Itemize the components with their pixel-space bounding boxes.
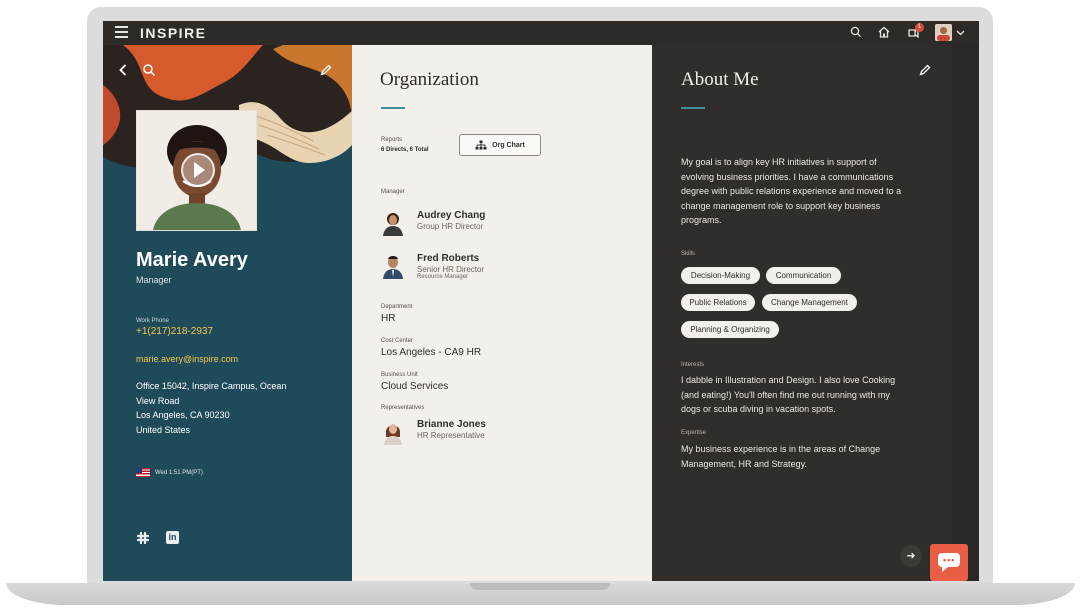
skill-chip[interactable]: Decision-Making [681,267,760,284]
about-me-panel: About Me My goal is to align key HR init… [652,45,952,581]
expand-arrow-icon[interactable]: ➜ [900,545,922,567]
representative-role: HR Representative [417,431,485,440]
cost-center-value: Los Angeles - CA9 HR [381,347,482,358]
skill-chip[interactable]: Public Relations [681,294,755,311]
bio-line: My goal is to align key HR initiatives i… [681,157,877,167]
organization-panel: Organization Reports 6 Directs, 6 Total … [352,45,652,581]
heading-accent [681,107,705,109]
interests-label: Interests [681,362,705,368]
brand-logo: INSPIRE [140,25,207,41]
interests-line: (and eating!) You'll often find me out r… [681,389,890,400]
cost-center-label: Cost Center [381,338,414,344]
heading-accent [381,107,405,109]
edit-icon[interactable] [918,63,932,77]
interests-text: I dabble in Illustration and Design. I a… [681,373,941,417]
top-bar: INSPIRE 1 [103,21,979,45]
bio-line: evolving business priorities. I have a c… [681,171,894,182]
org-chart-button[interactable]: Org Chart [459,134,541,156]
resource-manager-subrole: Resource Manager [417,274,469,280]
representative-contact[interactable]: Brianne Jones HR Representative [381,419,581,449]
search-icon[interactable] [850,25,862,39]
search-icon[interactable] [142,63,156,77]
right-gutter [952,45,979,581]
business-unit-label: Business Unit [381,372,418,378]
skill-chip[interactable]: Planning & Organizing [681,321,779,338]
expertise-text: My business experience is in the areas o… [681,442,941,471]
expertise-line: Management, HR and Strategy. [681,458,807,469]
profile-title: Manager [136,275,172,285]
representative-avatar [384,424,402,445]
laptop-notch [470,583,610,590]
interests-line: dogs or scuba diving in vacation spots. [681,404,836,414]
expertise-line: My business experience is in the areas o… [681,444,881,454]
organization-heading: Organization [380,69,479,90]
manager-label: Manager [381,189,405,195]
bio-line: change management role to support key bu… [681,200,881,211]
work-phone-label: Work Phone [136,318,169,324]
email-link[interactable]: marie.avery@inspire.com [136,354,238,364]
org-chart-label: Org Chart [492,141,525,149]
local-time-text: Wed 1:51 PM(PT) [155,469,203,476]
chat-dots: ••• [943,555,956,565]
profile-name: Marie Avery [136,249,248,271]
bio-text: My goal is to align key HR initiatives i… [681,155,941,228]
chat-button[interactable]: ••• [930,544,968,581]
department-value: HR [381,313,396,324]
representatives-label: Representatives [381,405,425,411]
interests-line: I dabble in Illustration and Design. I a… [681,375,896,385]
org-chart-icon [475,140,487,150]
user-avatar[interactable] [935,24,952,41]
play-video-icon[interactable] [181,153,215,187]
resource-manager-name: Fred Roberts [417,253,480,264]
app-screen: INSPIRE 1 Marie Avery Manager Work Phone… [103,21,979,581]
address-line: United States [136,424,191,435]
skills-label: Skills [681,251,696,257]
bio-line: degree with public relations experience … [681,186,902,196]
reports-value[interactable]: 6 Directs, 6 Total [381,147,429,153]
notification-badge: 1 [915,23,924,32]
chevron-down-icon[interactable] [956,29,965,37]
office-address: Office 15042, Inspire Campus, Ocean View… [136,379,316,437]
local-time: Wed 1:51 PM(PT) [136,464,203,482]
work-phone-link[interactable]: +1(217)218-2937 [136,326,213,337]
manager-name: Audrey Chang [417,210,486,221]
expertise-label: Expertise [681,430,707,436]
address-line: View Road [136,395,180,406]
profile-panel: Marie Avery Manager Work Phone +1(217)21… [103,45,352,581]
profile-photo[interactable] [136,110,257,231]
us-flag-icon [136,468,150,478]
reports-label: Reports [381,137,403,143]
business-unit-value: Cloud Services [381,381,449,392]
home-icon[interactable] [877,25,891,39]
about-me-heading: About Me [681,69,759,90]
department-label: Department [381,304,413,310]
edit-icon[interactable] [319,63,333,77]
manager-contact[interactable]: Audrey Chang Group HR Director [381,210,581,240]
manager-avatar [383,213,403,236]
resource-manager-contact[interactable]: Fred Roberts Senior HR Director Resource… [381,253,581,289]
address-line: Office 15042, Inspire Campus, Ocean [136,381,287,391]
linkedin-icon[interactable]: in [166,531,179,544]
slack-icon[interactable] [136,531,150,545]
hamburger-menu-icon[interactable] [115,26,128,41]
address-line: Los Angeles, CA 90230 [136,410,230,420]
skill-chip[interactable]: Change Management [762,294,857,311]
bio-line: programs. [681,215,722,225]
representative-name: Brianne Jones [417,419,486,430]
skill-chip[interactable]: Communication [766,267,841,284]
resource-manager-avatar [383,256,403,279]
back-icon[interactable] [118,63,128,77]
resource-manager-role: Senior HR Director [417,265,485,274]
manager-role: Group HR Director [417,222,484,231]
